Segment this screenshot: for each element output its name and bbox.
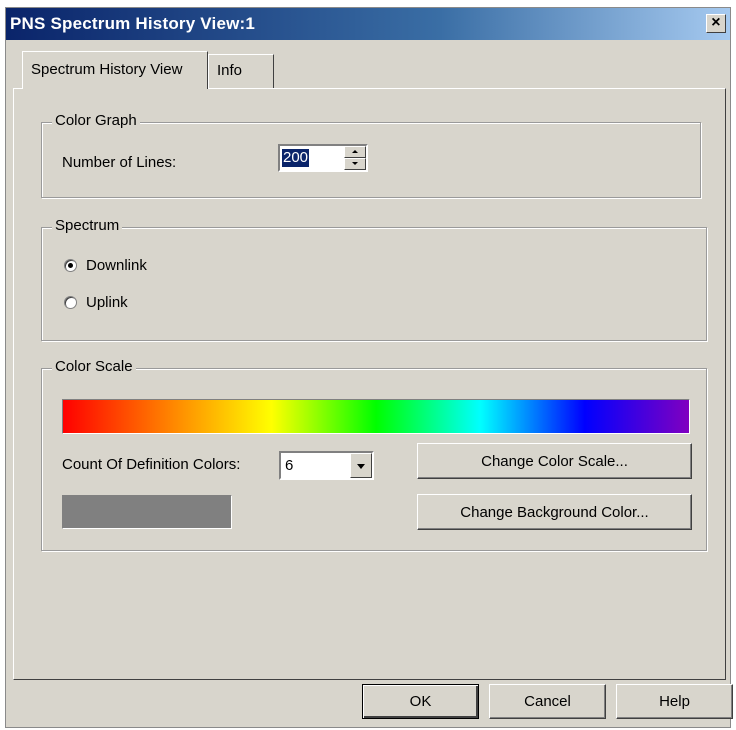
close-icon: × bbox=[711, 14, 721, 31]
number-of-lines-label: Number of Lines: bbox=[62, 154, 177, 171]
spectrum-group-label: Spectrum bbox=[52, 217, 123, 234]
count-of-definition-colors-label: Count Of Definition Colors: bbox=[62, 456, 241, 473]
tab-panel: Color Graph Number of Lines: 200 Spectru… bbox=[13, 88, 726, 680]
color-graph-group-label: Color Graph bbox=[52, 112, 140, 129]
cancel-button[interactable]: Cancel bbox=[489, 684, 606, 719]
ok-button[interactable]: OK bbox=[362, 684, 479, 719]
window-title: PNS Spectrum History View:1 bbox=[10, 14, 256, 33]
change-background-color-button[interactable]: Change Background Color... bbox=[417, 494, 692, 530]
radio-uplink-label[interactable]: Uplink bbox=[86, 294, 128, 311]
title-bar[interactable]: PNS Spectrum History View:1 × bbox=[6, 8, 730, 40]
spin-up-button[interactable] bbox=[344, 146, 366, 158]
spin-up-arrow-icon bbox=[352, 150, 358, 153]
background-color-swatch bbox=[62, 495, 232, 529]
radio-button[interactable] bbox=[64, 259, 77, 272]
change-color-scale-button[interactable]: Change Color Scale... bbox=[417, 443, 692, 479]
tab-info[interactable]: Info bbox=[208, 54, 274, 89]
dialog-window: PNS Spectrum History View:1 × Spectrum H… bbox=[5, 7, 733, 728]
tab-label: Spectrum History View bbox=[31, 61, 183, 78]
count-of-definition-colors-value: 6 bbox=[285, 457, 294, 474]
spectrum-group: Spectrum Downlink Uplink bbox=[41, 217, 707, 341]
color-scale-group: Color Scale Count Of Definition Colors: … bbox=[41, 358, 707, 551]
tab-spectrum-history-view[interactable]: Spectrum History View bbox=[22, 51, 208, 89]
tab-label: Info bbox=[217, 62, 243, 79]
spin-down-arrow-icon bbox=[352, 162, 358, 165]
help-button[interactable]: Help bbox=[616, 684, 733, 719]
radio-button[interactable] bbox=[64, 296, 77, 309]
dropdown-button[interactable] bbox=[350, 453, 372, 478]
radio-downlink-label[interactable]: Downlink bbox=[86, 257, 147, 274]
color-scale-gradient bbox=[62, 399, 690, 434]
spinner-buttons bbox=[344, 146, 366, 170]
color-graph-group: Color Graph Number of Lines: 200 bbox=[41, 112, 701, 198]
number-of-lines-spinner[interactable]: 200 bbox=[278, 144, 368, 172]
chevron-down-icon bbox=[357, 464, 365, 469]
close-button[interactable]: × bbox=[706, 14, 726, 33]
count-of-definition-colors-dropdown[interactable]: 6 bbox=[279, 451, 374, 480]
radio-selected-dot bbox=[68, 263, 73, 268]
color-scale-group-label: Color Scale bbox=[52, 358, 136, 375]
number-of-lines-value[interactable]: 200 bbox=[282, 149, 310, 167]
spin-down-button[interactable] bbox=[344, 158, 366, 170]
